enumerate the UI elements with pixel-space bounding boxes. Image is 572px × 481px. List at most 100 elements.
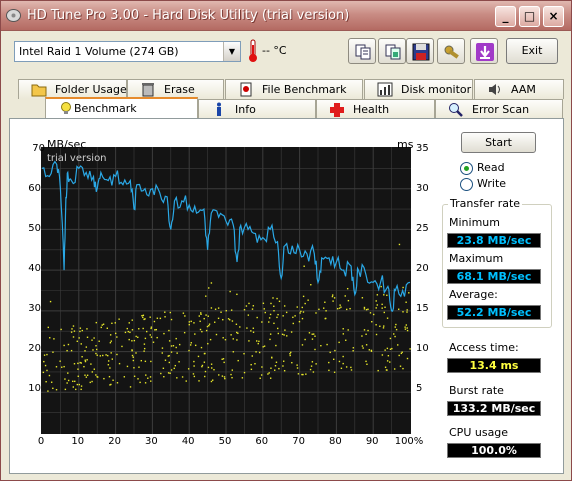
access-time-point — [200, 313, 202, 315]
tab-error-scan[interactable]: Error Scan — [435, 99, 563, 119]
access-time-point — [231, 376, 233, 379]
access-time-point — [77, 362, 79, 365]
access-time-point — [222, 337, 224, 339]
access-time-point — [232, 351, 235, 353]
access-time-point — [131, 349, 133, 352]
access-time-point — [406, 329, 409, 332]
access-time-point — [281, 333, 284, 336]
chevron-down-icon[interactable]: ▼ — [223, 42, 240, 61]
access-time-point — [247, 314, 250, 316]
access-time-point — [72, 380, 74, 383]
access-time-point — [333, 297, 336, 299]
tab-aam[interactable]: AAM — [474, 79, 564, 99]
access-time-point — [325, 317, 327, 320]
access-time-point — [199, 320, 201, 323]
access-time-point — [131, 354, 134, 357]
access-time-point — [217, 307, 220, 309]
access-time-point — [248, 340, 250, 342]
access-time-point — [150, 336, 153, 338]
access-time-point — [44, 364, 47, 367]
y-right-tick: 25 — [416, 223, 429, 234]
access-time-point — [147, 377, 149, 379]
start-button[interactable]: Start — [461, 132, 536, 153]
options-button[interactable] — [437, 38, 465, 64]
tab-benchmark[interactable]: Benchmark — [45, 97, 198, 119]
access-time-point — [344, 295, 346, 297]
access-time-point — [305, 373, 307, 375]
access-time-point — [156, 336, 158, 339]
title-bar[interactable]: HD Tune Pro 3.00 - Hard Disk Utility (tr… — [1, 1, 571, 31]
access-time-point — [163, 332, 165, 335]
write-radio[interactable] — [460, 178, 473, 191]
access-time-point — [149, 376, 152, 378]
access-time-point — [111, 322, 113, 325]
access-time-point — [221, 358, 223, 360]
access-time-point — [384, 306, 386, 308]
access-time-point — [370, 349, 373, 352]
exit-button[interactable]: Exit — [506, 38, 558, 64]
tab-label: Disk monitor — [401, 83, 472, 96]
access-time-point — [193, 365, 195, 367]
access-time-point — [243, 309, 246, 311]
access-time-point — [128, 338, 130, 341]
access-time-point — [276, 297, 278, 300]
app-disk-icon — [6, 9, 21, 22]
tab-file-benchmark[interactable]: File Benchmark — [225, 79, 363, 99]
close-button[interactable]: × — [543, 6, 564, 27]
info-icon — [217, 102, 221, 116]
access-time-point — [222, 358, 225, 360]
access-time-point — [324, 301, 326, 303]
access-time-point — [285, 311, 288, 314]
save-button[interactable] — [406, 38, 434, 64]
access-time-point — [267, 373, 269, 375]
access-time-point — [174, 364, 176, 367]
access-time-point — [123, 376, 126, 378]
tab-info[interactable]: Info — [198, 99, 316, 119]
tab-folder-usage[interactable]: Folder Usage — [18, 79, 127, 99]
access-time-point — [127, 330, 130, 333]
access-time-point — [252, 327, 255, 329]
tab-health[interactable]: Health — [316, 99, 435, 119]
access-time-point — [111, 358, 114, 360]
access-time-point — [152, 341, 155, 343]
minimize-button[interactable]: _ — [495, 6, 516, 27]
access-time-point — [345, 339, 347, 341]
tab-disk-monitor[interactable]: Disk monitor — [364, 79, 473, 99]
access-time-point — [342, 362, 344, 365]
access-time-point — [190, 342, 192, 344]
maximize-button[interactable]: □ — [519, 6, 540, 27]
watermark-text: trial version — [47, 153, 107, 164]
access-time-point — [277, 332, 280, 335]
access-time-point — [84, 350, 86, 352]
access-time-point — [80, 388, 82, 391]
access-time-point — [230, 373, 232, 376]
x-tick: 60 — [255, 436, 269, 447]
x-tick: 100% — [394, 436, 424, 447]
access-time-point — [79, 327, 82, 329]
access-time-point — [404, 326, 406, 328]
access-time-point — [237, 332, 239, 334]
access-time-point — [338, 341, 340, 344]
drive-select[interactable]: Intel Raid 1 Volume (274 GB) ▼ — [14, 41, 241, 62]
copy-screenshot-button[interactable] — [378, 38, 406, 64]
access-time-point — [243, 371, 246, 374]
read-radio[interactable] — [460, 162, 473, 175]
access-time-point — [302, 311, 305, 313]
access-time-point — [338, 360, 341, 363]
access-time-point — [304, 302, 306, 305]
tab-erase[interactable]: Erase — [127, 79, 224, 99]
access-time-point — [363, 306, 366, 309]
copy-text-button[interactable] — [348, 38, 376, 64]
access-time-point — [86, 359, 88, 361]
download-button[interactable] — [470, 38, 498, 64]
access-time-point — [342, 355, 344, 358]
access-time-point — [211, 367, 213, 369]
access-time-point — [210, 380, 213, 383]
access-time-point — [278, 367, 280, 370]
access-time-point — [386, 294, 388, 297]
access-time-point — [78, 383, 80, 386]
access-time-point — [83, 365, 85, 368]
access-time-point — [205, 295, 207, 297]
access-time-point — [205, 314, 207, 316]
access-time-point — [269, 333, 272, 335]
